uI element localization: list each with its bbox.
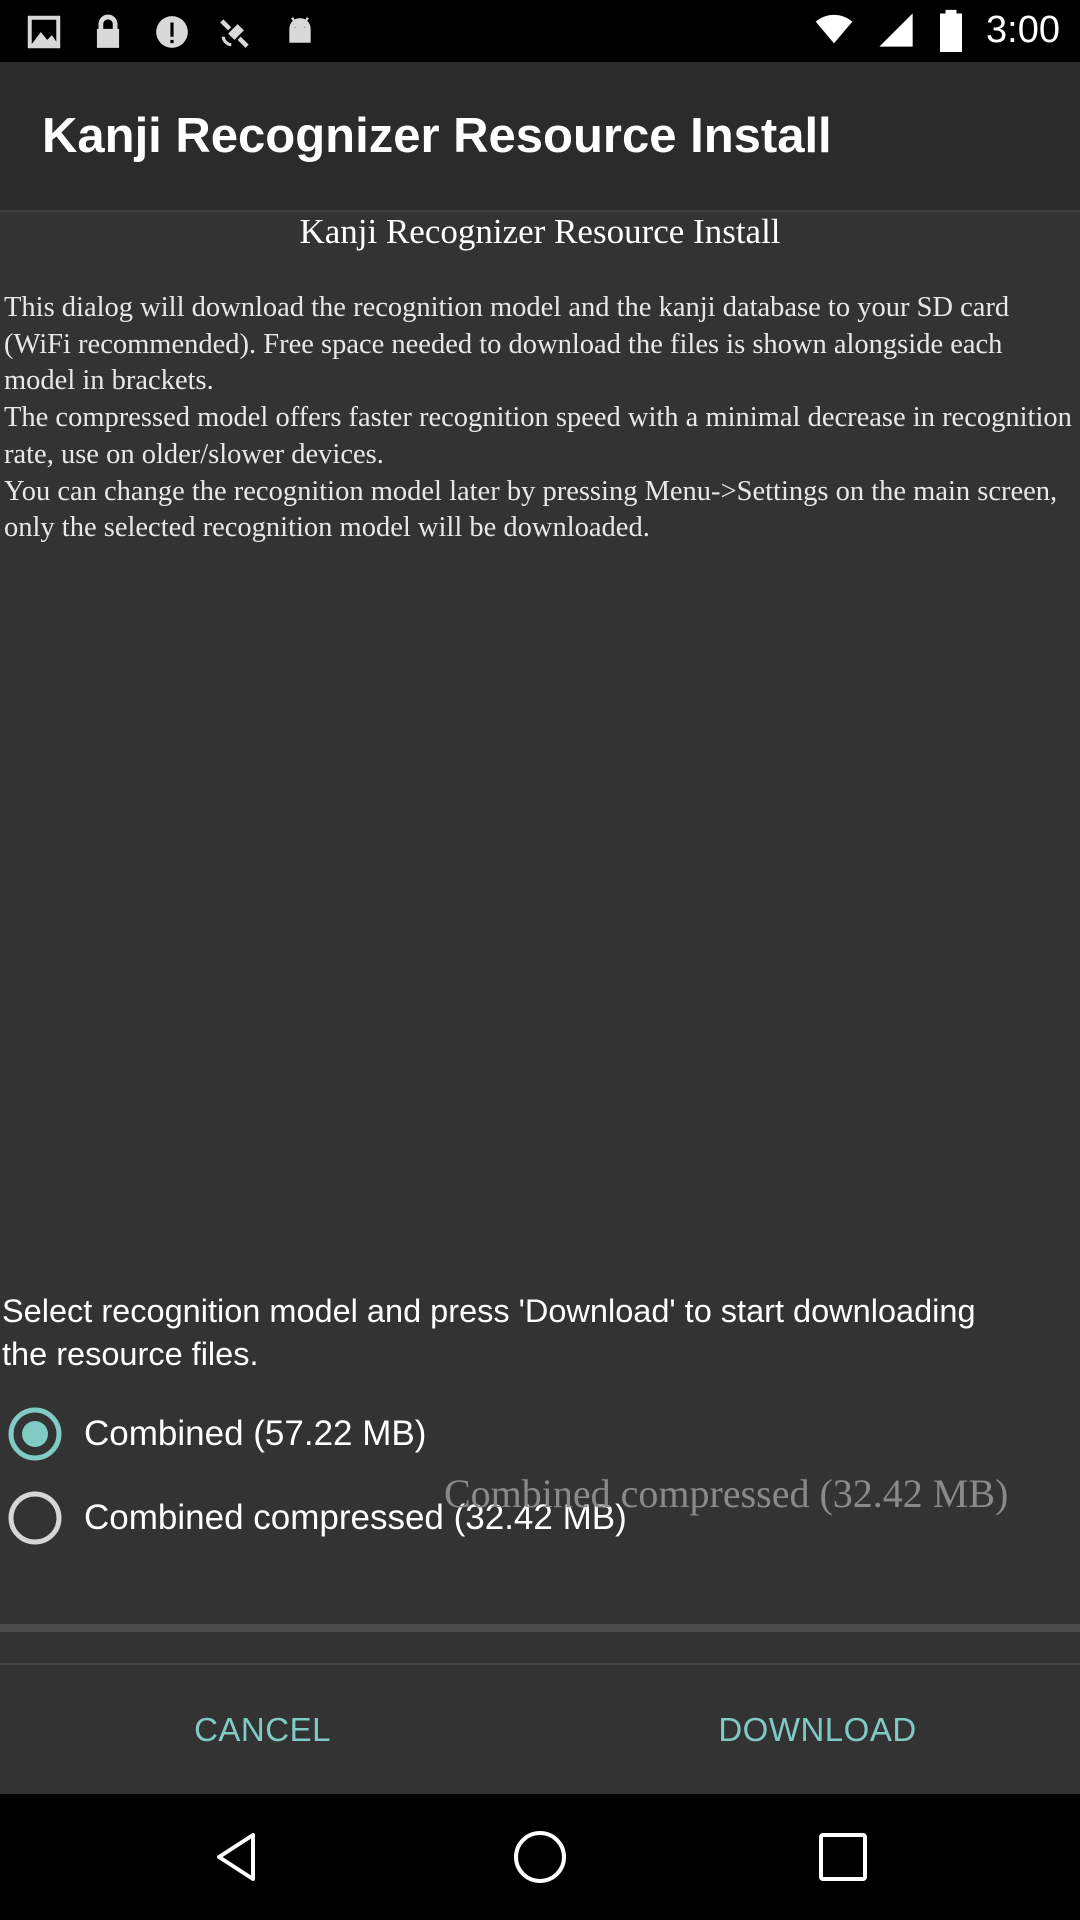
button-bar-divider (0, 1663, 1080, 1665)
satellite-icon (216, 12, 256, 52)
dialog-title-bar: Kanji Recognizer Resource Install (0, 62, 1080, 212)
cellular-icon (879, 13, 913, 47)
download-button[interactable]: DOWNLOAD (555, 1666, 1080, 1794)
navigation-bar (0, 1794, 1080, 1920)
cancel-button[interactable]: CANCEL (0, 1666, 525, 1794)
android-icon (280, 12, 320, 52)
lock-icon (88, 12, 128, 52)
wifi-icon (815, 14, 853, 44)
dialog-subtitle: Kanji Recognizer Resource Install (299, 212, 781, 251)
radio-unselected-icon[interactable] (8, 1491, 62, 1545)
recents-icon[interactable] (810, 1824, 876, 1890)
home-icon[interactable] (507, 1824, 573, 1890)
dialog-description: This dialog will download the recognitio… (4, 292, 1072, 544)
ghost-option-label: Combined compressed (32.42 MB) (444, 1471, 1009, 1516)
back-icon[interactable] (206, 1824, 272, 1890)
status-bar: 3:00 (0, 0, 1080, 62)
battery-icon (940, 9, 963, 52)
alert-icon (152, 12, 192, 52)
option-combined[interactable]: Combined (57.22 MB) (8, 1404, 426, 1464)
dialog-title: Kanji Recognizer Resource Install (42, 109, 832, 163)
radio-selected-icon[interactable] (8, 1407, 62, 1461)
notification-icons (24, 12, 320, 52)
divider (0, 1624, 1080, 1632)
clock: 3:00 (986, 8, 1060, 51)
resource-install-dialog: Kanji Recognizer Resource Install Kanji … (0, 62, 1080, 1794)
option-combined-label: Combined (57.22 MB) (84, 1414, 427, 1453)
image-icon (24, 12, 64, 52)
system-status: 3:00 (814, 8, 1060, 52)
selection-instruction: Select recognition model and press 'Down… (2, 1293, 976, 1372)
